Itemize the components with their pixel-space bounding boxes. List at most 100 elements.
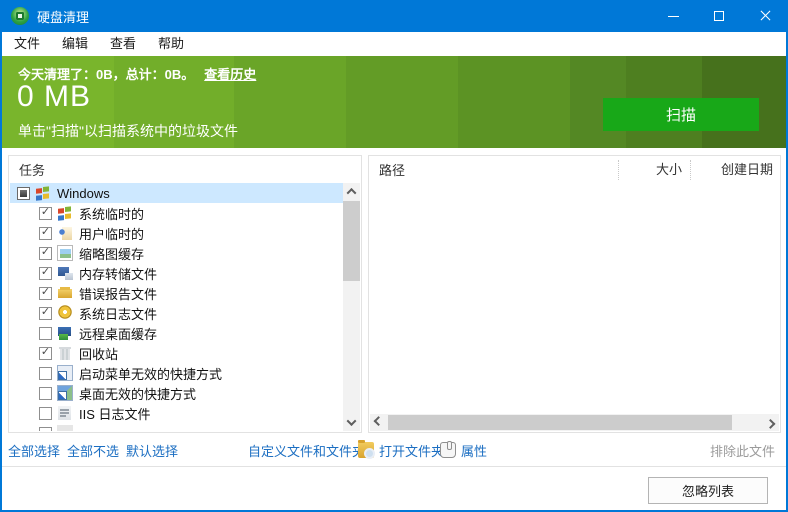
- custom-files-link[interactable]: 自定义文件和文件夹: [248, 437, 365, 463]
- scrollbar-thumb[interactable]: [343, 201, 360, 281]
- checkbox[interactable]: [39, 287, 52, 300]
- tasks-panel: 任务 Windows 系统临时的用户临时的缩略图缓存内存转储文件错误报告文件系统日…: [8, 155, 362, 433]
- column-created[interactable]: 创建日期: [690, 160, 780, 180]
- task-label: IIS 日志文件: [79, 404, 151, 423]
- vertical-scrollbar[interactable]: [343, 183, 360, 431]
- select-all-link[interactable]: 全部选择: [8, 437, 60, 463]
- task-row-3[interactable]: 缩略图缓存: [10, 243, 343, 263]
- properties-link[interactable]: 属性: [440, 437, 487, 463]
- menu-view[interactable]: 查看: [99, 32, 147, 56]
- task-row-9[interactable]: 启动菜单无效的快捷方式: [10, 363, 343, 383]
- maximize-button[interactable]: [696, 0, 742, 32]
- scroll-up-button[interactable]: [343, 183, 360, 200]
- minimize-button[interactable]: [650, 0, 696, 32]
- checkbox[interactable]: [39, 387, 52, 400]
- checkbox[interactable]: [39, 227, 52, 240]
- task-label: 错误报告文件: [79, 284, 157, 303]
- task-label: Windows: [57, 186, 110, 201]
- chevron-up-icon: [347, 188, 357, 198]
- view-history-link[interactable]: 查看历史: [204, 64, 256, 83]
- task-row-6[interactable]: 系统日志文件: [10, 303, 343, 323]
- task-tree: Windows 系统临时的用户临时的缩略图缓存内存转储文件错误报告文件系统日志文件…: [10, 183, 343, 431]
- checkbox[interactable]: [39, 307, 52, 320]
- task-label: 用户临时的: [79, 224, 144, 243]
- task-label: 系统日志文件: [79, 304, 157, 323]
- recycle-icon: [57, 345, 73, 361]
- select-default-link[interactable]: 默认选择: [126, 437, 178, 463]
- task-row-5[interactable]: 错误报告文件: [10, 283, 343, 303]
- iis-icon: [57, 405, 73, 421]
- hand-pointer-icon: [440, 442, 456, 458]
- close-icon: [759, 10, 771, 22]
- tasks-header: 任务: [9, 156, 361, 183]
- folder-search-icon: [358, 442, 374, 458]
- task-row-4[interactable]: 内存转储文件: [10, 263, 343, 283]
- scan-button[interactable]: 扫描: [603, 98, 759, 131]
- error-icon: [57, 285, 73, 301]
- task-row-0[interactable]: Windows: [10, 183, 343, 203]
- maximize-icon: [714, 11, 724, 21]
- windows-flag-icon: [57, 204, 73, 222]
- checkbox[interactable]: [39, 427, 52, 432]
- menu-file[interactable]: 文件: [3, 32, 51, 56]
- checkbox[interactable]: [39, 347, 52, 360]
- minimize-icon: [668, 16, 679, 17]
- task-label: 系统临时的: [79, 204, 144, 223]
- open-folder-link[interactable]: 打开文件夹: [358, 437, 444, 463]
- checkbox[interactable]: [39, 327, 52, 340]
- file-list-header: 路径 大小 创建日期: [369, 156, 780, 183]
- task-row-1[interactable]: 系统临时的: [10, 203, 343, 223]
- unknown-icon: [57, 425, 73, 431]
- menu-edit[interactable]: 编辑: [51, 32, 99, 56]
- scroll-down-button[interactable]: [343, 414, 360, 431]
- scan-hint: 单击"扫描"以扫描系统中的垃圾文件: [18, 121, 238, 141]
- checkbox[interactable]: [39, 207, 52, 220]
- syslog-icon: [57, 305, 73, 321]
- task-row-2[interactable]: 用户临时的: [10, 223, 343, 243]
- shortcut2-icon: [57, 385, 73, 401]
- app-icon: [11, 7, 29, 25]
- scroll-left-button[interactable]: [370, 414, 387, 431]
- user-files-icon: [57, 225, 73, 241]
- horizontal-scrollbar[interactable]: [370, 414, 779, 431]
- column-path[interactable]: 路径: [369, 160, 618, 179]
- task-label: 桌面无效的快捷方式: [79, 384, 196, 403]
- chevron-right-icon: [766, 419, 776, 429]
- task-label: 启动菜单无效的快捷方式: [79, 364, 222, 383]
- chevron-left-icon: [374, 416, 384, 426]
- rdp-icon: [57, 325, 73, 341]
- scrollbar-thumb[interactable]: [388, 415, 732, 430]
- ignore-list-button[interactable]: 忽略列表: [648, 477, 768, 504]
- memory-icon: [57, 265, 73, 281]
- checkbox[interactable]: [17, 187, 30, 200]
- task-row-12[interactable]: [10, 423, 343, 431]
- task-label: 内存转储文件: [79, 264, 157, 283]
- column-size[interactable]: 大小: [618, 160, 690, 180]
- menubar: 文件 编辑 查看 帮助: [2, 32, 786, 56]
- task-row-8[interactable]: 回收站: [10, 343, 343, 363]
- checkbox[interactable]: [39, 407, 52, 420]
- close-button[interactable]: [742, 0, 788, 32]
- select-none-link[interactable]: 全部不选: [67, 437, 119, 463]
- task-label: 回收站: [79, 344, 118, 363]
- open-folder-label: 打开文件夹: [379, 441, 444, 460]
- task-label: 远程桌面缓存: [79, 324, 157, 343]
- window-title: 硬盘清理: [37, 7, 89, 26]
- task-row-10[interactable]: 桌面无效的快捷方式: [10, 383, 343, 403]
- checkbox[interactable]: [39, 267, 52, 280]
- window-controls: [650, 0, 788, 32]
- status-banner: 今天清理了：0B，总计：0B。 查看历史 0 MB 单击"扫描"以扫描系统中的垃…: [2, 56, 786, 148]
- task-row-7[interactable]: 远程桌面缓存: [10, 323, 343, 343]
- thumbnail-icon: [57, 245, 73, 261]
- checkbox[interactable]: [39, 247, 52, 260]
- checkbox[interactable]: [39, 367, 52, 380]
- task-label: 缩略图缓存: [79, 244, 144, 263]
- titlebar[interactable]: 硬盘清理: [0, 0, 788, 32]
- menu-help[interactable]: 帮助: [147, 32, 195, 56]
- footer-divider: [0, 466, 788, 467]
- scroll-right-button[interactable]: [762, 414, 779, 431]
- cleaned-amount: 0 MB: [17, 80, 91, 114]
- task-row-11[interactable]: IIS 日志文件: [10, 403, 343, 423]
- exclude-file-link[interactable]: 排除此文件: [710, 437, 775, 463]
- windows-flag-icon: [35, 184, 51, 202]
